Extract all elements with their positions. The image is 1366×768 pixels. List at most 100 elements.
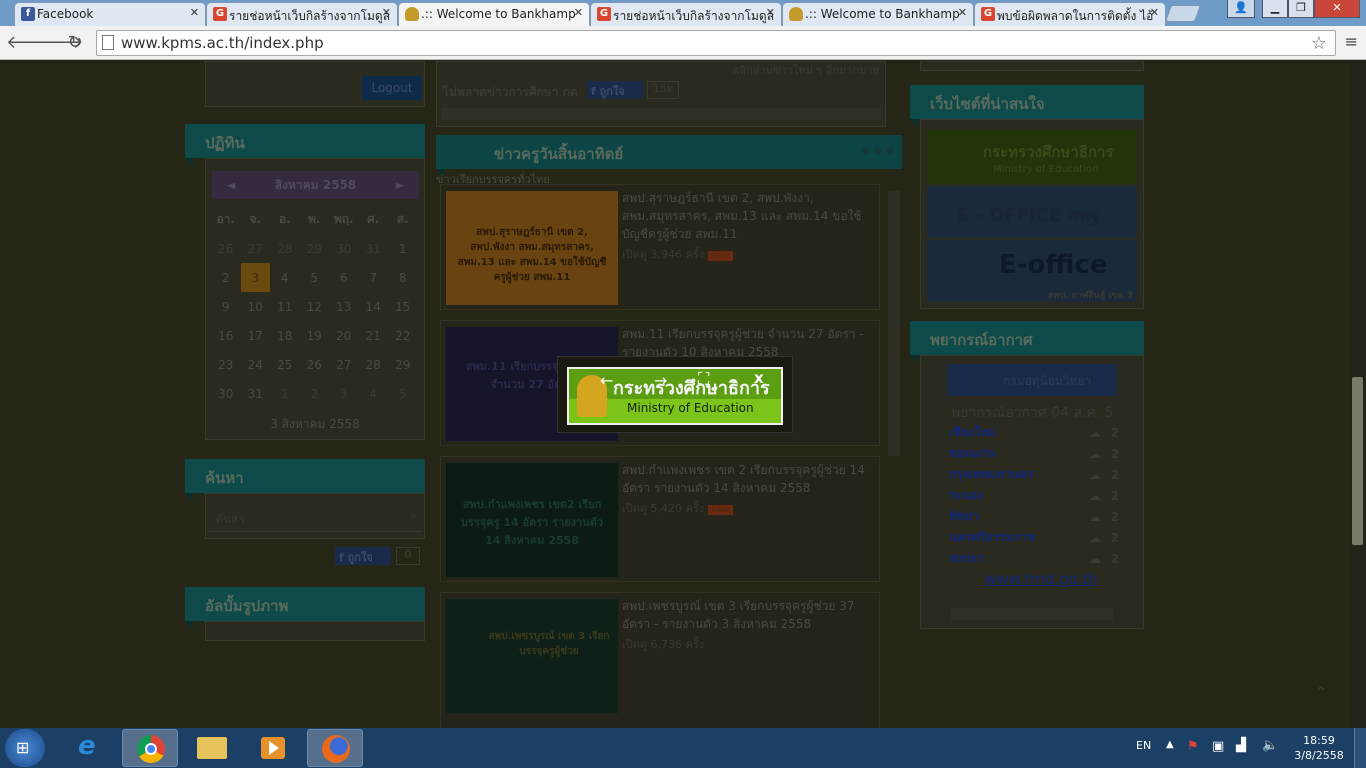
close-icon[interactable]: ✕ bbox=[766, 6, 775, 19]
lightbox-prev-button[interactable]: ← bbox=[600, 371, 613, 390]
file-explorer-icon[interactable] bbox=[184, 729, 240, 767]
calendar-day[interactable]: 22 bbox=[388, 321, 418, 350]
calendar-day[interactable]: 12 bbox=[300, 292, 330, 321]
calendar-day[interactable]: 28 bbox=[359, 350, 389, 379]
calendar-day[interactable]: 26 bbox=[300, 350, 330, 379]
calendar-day[interactable]: 17 bbox=[241, 321, 271, 350]
weather-city[interactable]: ขอนแก่น bbox=[949, 443, 1082, 464]
calendar-day[interactable]: 2 bbox=[300, 379, 330, 408]
device-icon[interactable]: ▣ bbox=[1212, 739, 1224, 754]
calendar-day[interactable]: 16 bbox=[211, 321, 241, 350]
search-icon[interactable]: ⌕ bbox=[410, 506, 418, 524]
calendar-day[interactable]: 1 bbox=[388, 234, 418, 263]
show-desktop-button[interactable] bbox=[1354, 728, 1366, 768]
tab-facebook[interactable]: f Facebook ✕ bbox=[14, 2, 206, 26]
tab-bankhamp-active[interactable]: .:: Welcome to Bankhamp ✕ bbox=[398, 2, 590, 26]
calendar-day[interactable]: 29 bbox=[300, 234, 330, 263]
close-icon[interactable]: ✕ bbox=[958, 6, 967, 19]
logout-button[interactable]: Logout bbox=[362, 76, 422, 100]
calendar-day[interactable]: 18 bbox=[270, 321, 300, 350]
lightbox-next-button[interactable]: → bbox=[654, 371, 667, 390]
calendar-day[interactable]: 23 bbox=[211, 350, 241, 379]
news-title[interactable]: สพป.สุราษฎร์ธานี เขต 2, สพป.พังงา, สพม.ส… bbox=[622, 189, 877, 243]
calendar-day[interactable]: 29 bbox=[388, 350, 418, 379]
scroll-to-top-icon[interactable]: ⌃ bbox=[1305, 683, 1337, 715]
calendar-day[interactable]: 20 bbox=[329, 321, 359, 350]
weather-city[interactable]: เชียงใหม่ bbox=[949, 422, 1082, 443]
firefox-icon[interactable] bbox=[307, 729, 363, 767]
calendar-day[interactable]: 11 bbox=[270, 292, 300, 321]
tab-google-2[interactable]: G รายช่อหน้าเว็บกิลร้างจากโมดูล ✕ bbox=[590, 2, 782, 26]
calendar-day[interactable]: 21 bbox=[359, 321, 389, 350]
tab-bankhamp-2[interactable]: .:: Welcome to Bankhamp ✕ bbox=[782, 2, 974, 26]
calendar-day[interactable]: 6 bbox=[329, 263, 359, 292]
calendar-day[interactable]: 31 bbox=[241, 379, 271, 408]
calendar-day[interactable]: 13 bbox=[329, 292, 359, 321]
new-tab-button[interactable] bbox=[1164, 5, 1202, 22]
minimize-button[interactable]: ▁ bbox=[1262, 0, 1288, 18]
calendar-day[interactable]: 19 bbox=[300, 321, 330, 350]
tab-google-3[interactable]: G พบข้อผิดพลาดในการติดตั้ง ไอ้ ✕ bbox=[974, 2, 1166, 26]
lightbox-fullscreen-button[interactable]: ⛶ bbox=[698, 369, 709, 389]
user-icon[interactable]: 👤 bbox=[1227, 0, 1255, 18]
news-thumbnail[interactable]: สพป.เพชรบูรณ์ เขต 3 เรียกบรรจุครูผู้ช่วย bbox=[446, 599, 618, 713]
weather-city[interactable]: สงขลา bbox=[949, 548, 1082, 569]
news-item[interactable]: สพป.สุราษฎร์ธานี เขต 2, สพป.พังงา สพม.สม… bbox=[440, 184, 880, 310]
news-title[interactable]: สพป.กำแพงเพชร เขต 2 เรียกบรรจุครูผู้ช่วย… bbox=[622, 461, 877, 497]
action-center-icon[interactable]: ⚑ bbox=[1187, 739, 1199, 754]
calendar-day[interactable]: 24 bbox=[241, 350, 271, 379]
calendar-day[interactable]: 1 bbox=[270, 379, 300, 408]
calendar-day[interactable]: 9 bbox=[211, 292, 241, 321]
page-scrollbar[interactable] bbox=[1350, 61, 1366, 728]
network-icon[interactable]: ▟ bbox=[1236, 738, 1246, 753]
calendar-day[interactable]: 5 bbox=[388, 379, 418, 408]
calendar-day[interactable]: 27 bbox=[241, 234, 271, 263]
news-thumbnail[interactable]: สพป.สุราษฎร์ธานี เขต 2, สพป.พังงา สพม.สม… bbox=[446, 191, 618, 305]
news-item[interactable]: สพป.เพชรบูรณ์ เขต 3 เรียกบรรจุครูผู้ช่วย… bbox=[440, 592, 880, 728]
weather-city[interactable]: พัทยา bbox=[949, 506, 1082, 527]
tmd-link[interactable]: www.tmd.go.th bbox=[921, 570, 1161, 588]
scrollbar-thumb[interactable] bbox=[1352, 377, 1363, 545]
eoffice-obec-banner[interactable]: E - OFFICE สพฐ. bbox=[927, 186, 1137, 238]
eoffice-banner[interactable]: E-office สพป. กาฬสินธุ์ เขต 3 bbox=[927, 240, 1137, 302]
weather-city[interactable]: นครศรีธรรมราช bbox=[949, 527, 1082, 548]
close-icon[interactable]: ✕ bbox=[574, 6, 583, 19]
close-icon[interactable]: ✕ bbox=[190, 6, 199, 19]
calendar-next-button[interactable]: ► bbox=[396, 171, 405, 199]
weather-banner[interactable]: กรมอุตุนิยมวิทยา bbox=[947, 364, 1117, 396]
weather-scrollbar[interactable] bbox=[951, 608, 1113, 620]
calendar-day[interactable]: 2 bbox=[211, 263, 241, 292]
calendar-day[interactable]: 4 bbox=[359, 379, 389, 408]
reload-icon[interactable]: ↻ bbox=[64, 32, 86, 53]
show-hidden-icons[interactable]: ▲ bbox=[1166, 739, 1174, 750]
system-clock[interactable]: 18:59 3/8/2558 bbox=[1290, 733, 1348, 763]
calendar-day[interactable]: 28 bbox=[270, 234, 300, 263]
calendar-day[interactable]: 27 bbox=[329, 350, 359, 379]
facebook-like-button[interactable]: f ถูกใจ bbox=[335, 547, 391, 565]
weather-city[interactable]: กรุงเทพมหานคร bbox=[949, 464, 1082, 485]
calendar-day[interactable]: 30 bbox=[329, 234, 359, 263]
close-icon[interactable]: ✕ bbox=[382, 6, 391, 19]
menu-icon[interactable]: ≡ bbox=[1345, 32, 1358, 51]
media-player-icon[interactable] bbox=[245, 729, 301, 767]
calendar-day[interactable]: 8 bbox=[388, 263, 418, 292]
calendar-prev-button[interactable]: ◄ bbox=[226, 171, 235, 199]
internet-explorer-icon[interactable]: e bbox=[62, 729, 118, 767]
close-icon[interactable]: ✕ bbox=[1150, 6, 1159, 19]
language-indicator[interactable]: EN bbox=[1136, 739, 1151, 752]
news-item[interactable]: สพป.กำแพงเพชร เขต2 เรียกบรรจุครู 14 อัตร… bbox=[440, 456, 880, 582]
more-news-link[interactable]: คลิกอ่านข่าวใหม่ ๆ อีกมากมาย bbox=[732, 61, 879, 79]
calendar-day[interactable]: 15 bbox=[388, 292, 418, 321]
calendar-day[interactable]: 3 bbox=[329, 379, 359, 408]
calendar-day[interactable]: 10 bbox=[241, 292, 271, 321]
facebook-like-button[interactable]: f ถูกใจ bbox=[587, 81, 643, 99]
weather-city[interactable]: ระนอง bbox=[949, 485, 1082, 506]
volume-icon[interactable]: 🔈 bbox=[1262, 738, 1278, 753]
star-icon[interactable]: ☆ bbox=[1311, 33, 1327, 54]
calendar-day[interactable]: 14 bbox=[359, 292, 389, 321]
back-icon[interactable]: 🡐 bbox=[6, 32, 54, 53]
calendar-day-today[interactable]: 3 bbox=[240, 263, 270, 292]
address-bar[interactable]: www.kpms.ac.th/index.php ☆ bbox=[96, 30, 1336, 56]
calendar-day[interactable]: 5 bbox=[300, 263, 330, 292]
search-input[interactable]: ค้นหา ⌕ bbox=[208, 502, 422, 532]
